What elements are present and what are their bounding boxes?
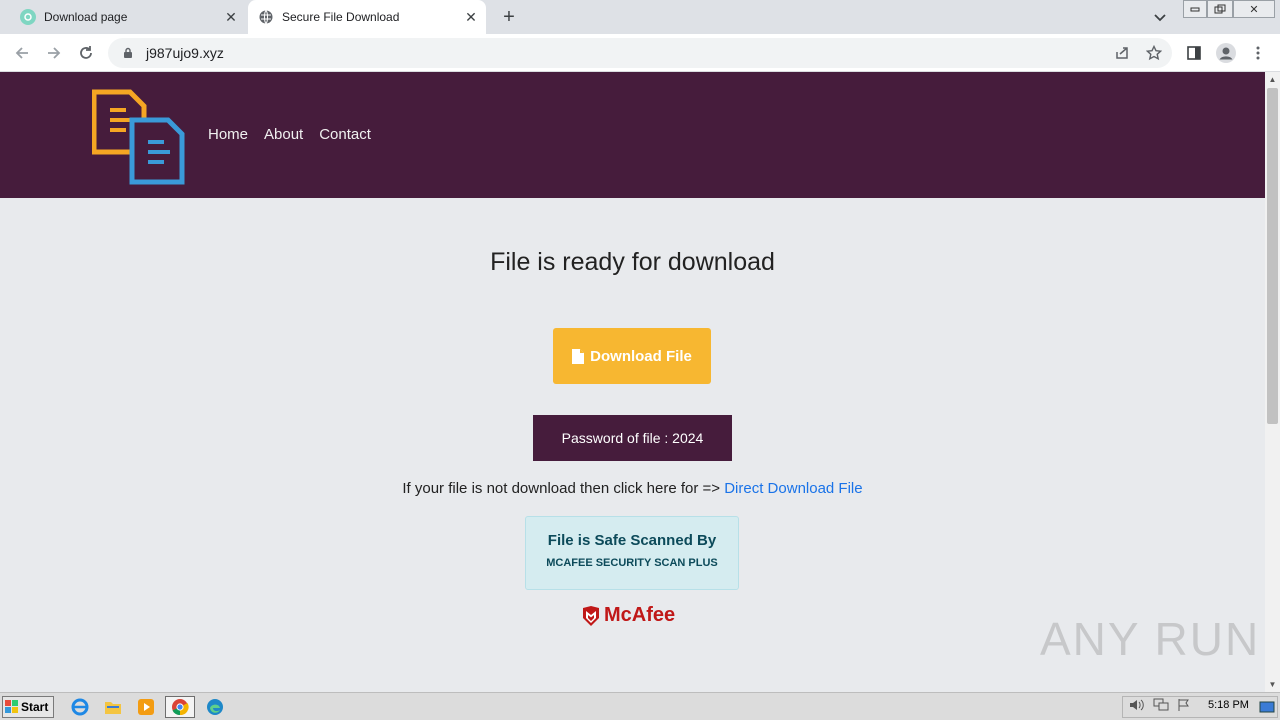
direct-download-prefix: If your file is not download then click … [402,480,725,497]
edge-icon[interactable] [204,697,226,717]
close-window-button[interactable]: ✕ [1233,0,1275,18]
address-bar[interactable]: j987ujo9.xyz [108,38,1172,68]
back-button[interactable] [10,41,34,65]
minimize-button[interactable] [1183,0,1207,18]
system-tray [1122,696,1278,718]
browser-toolbar: j987ujo9.xyz [0,34,1280,72]
safe-scan-line2: MCAFEE SECURITY SCAN PLUS [546,557,718,569]
direct-download-link[interactable]: Direct Download File [724,480,862,497]
start-button[interactable]: Start [2,696,54,718]
action-center-flag-icon[interactable] [1177,698,1191,717]
anyrun-watermark: ANY RUN [1040,613,1261,665]
menu-kebab-icon[interactable] [1246,41,1270,65]
ie-icon[interactable] [69,697,91,717]
site-logo[interactable] [91,84,186,186]
tab-secure-file-download[interactable]: Secure File Download ✕ [248,0,486,34]
profile-avatar-icon[interactable] [1214,41,1238,65]
page-viewport: Home About Contact File is ready for dow… [0,72,1265,692]
url-text[interactable]: j987ujo9.xyz [146,45,224,61]
nav-contact[interactable]: Contact [319,126,371,143]
tab-search-icon[interactable] [1150,8,1170,28]
bookmark-star-icon[interactable] [1142,41,1166,65]
windows-logo-icon [5,700,18,713]
restore-button[interactable] [1207,0,1233,18]
chrome-taskbar-icon[interactable] [165,696,195,718]
tab-strip: Download page ✕ Secure File Download ✕ +… [0,0,1280,34]
download-file-button[interactable]: Download File [553,328,711,384]
share-icon[interactable] [1110,41,1134,65]
page-title: File is ready for download [490,248,775,276]
scroll-thumb[interactable] [1267,88,1278,424]
lock-icon[interactable] [120,47,136,59]
site-header: Home About Contact [0,72,1265,198]
download-file-label: Download File [590,347,692,365]
tab-download-page[interactable]: Download page ✕ [10,0,246,34]
mcafee-logo-text: McAfee [604,604,676,626]
safe-scan-line1: File is Safe Scanned By [547,532,717,549]
file-explorer-icon[interactable] [102,697,124,717]
nav-about[interactable]: About [264,126,303,143]
new-tab-button[interactable]: + [498,6,520,28]
page-scrollbar[interactable]: ▲ ▼ [1265,72,1280,692]
reload-button[interactable] [74,41,98,65]
tab-favicon-icon [20,9,36,25]
mcafee-shield-icon [583,605,599,626]
file-icon [572,348,585,364]
scroll-up-arrow-icon[interactable]: ▲ [1265,72,1280,87]
direct-download-text: If your file is not download then click … [0,480,1265,497]
site-nav: Home About Contact [208,126,371,143]
tab-close-icon[interactable]: ✕ [462,8,480,26]
password-box: Password of file : 2024 [533,415,732,461]
show-desktop-icon[interactable] [1256,697,1278,717]
network-icon[interactable] [1153,698,1169,717]
mcafee-logo: McAfee [582,604,675,627]
scroll-down-arrow-icon[interactable]: ▼ [1265,677,1280,692]
globe-icon [258,9,274,25]
nav-home[interactable]: Home [208,126,248,143]
tab-title: Secure File Download [282,10,400,24]
safe-scan-box: File is Safe Scanned By MCAFEE SECURITY … [525,516,739,590]
start-label: Start [21,700,49,714]
tab-title: Download page [44,10,128,24]
os-taskbar: Start 5:18 PM [0,692,1280,720]
side-panel-icon[interactable] [1182,41,1206,65]
forward-button[interactable] [42,41,66,65]
taskbar-clock: 5:18 PM [1208,699,1249,711]
tab-close-icon[interactable]: ✕ [222,8,240,26]
speaker-icon[interactable] [1129,698,1145,717]
media-player-icon[interactable] [135,697,157,717]
